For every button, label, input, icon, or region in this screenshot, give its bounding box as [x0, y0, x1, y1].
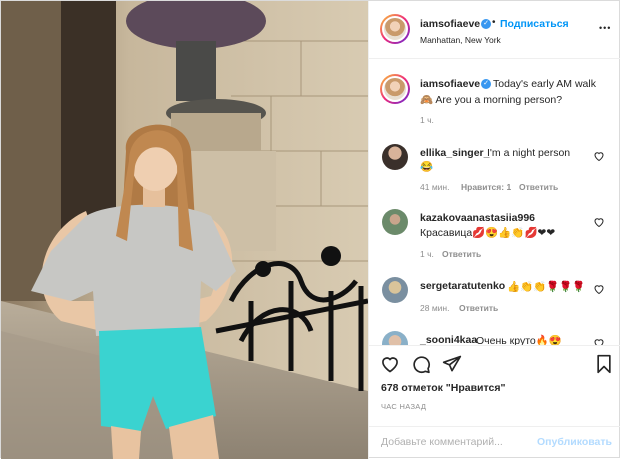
post-header: iamsofiaeve ✓ • Подписаться Manhattan, N…: [369, 1, 620, 59]
comment-username[interactable]: sergetaratutenko: [420, 280, 505, 292]
reply-button[interactable]: Ответить: [459, 303, 498, 313]
post-comment-button[interactable]: Опубликовать: [537, 436, 612, 448]
comment-username[interactable]: ellika_singer_: [420, 147, 489, 159]
commenter-avatar[interactable]: [382, 144, 408, 170]
comment-text: I'm a night person: [487, 147, 571, 159]
comment-text: Красавица💋😍👍👏💋❤❤: [420, 227, 556, 239]
header-separator: •: [492, 17, 496, 28]
comment-username[interactable]: _sooni4kaa: [420, 334, 477, 345]
photo-illustration: [1, 1, 368, 459]
instagram-post-frame: iamsofiaeve ✓ • Подписаться Manhattan, N…: [0, 0, 620, 459]
caption-author-username[interactable]: iamsofiaeve: [420, 78, 480, 90]
save-bookmark-icon[interactable]: [595, 354, 613, 374]
reply-button[interactable]: Ответить: [442, 249, 481, 259]
comment-time[interactable]: 28 мин.: [420, 303, 449, 313]
follow-button[interactable]: Подписаться: [500, 18, 569, 30]
post-actions: 678 отметок "Нравится" ЧАС НАЗАД: [369, 346, 620, 426]
caption-text-line2: 🙈 Are you a morning person?: [420, 94, 563, 106]
commenter-avatar[interactable]: [382, 277, 408, 303]
comment-composer: Добавьте комментарий... Опубликовать: [369, 426, 620, 459]
verified-badge-icon: ✓: [481, 19, 491, 29]
post-photo[interactable]: [1, 1, 368, 459]
likes-count[interactable]: 678 отметок "Нравится": [381, 382, 505, 394]
commenter-avatar[interactable]: [382, 331, 408, 345]
caption-verified-icon: ✓: [481, 79, 491, 89]
author-username[interactable]: iamsofiaeve: [420, 18, 480, 30]
post-side-panel: iamsofiaeve ✓ • Подписаться Manhattan, N…: [368, 1, 620, 459]
caption-author-avatar[interactable]: [380, 74, 410, 104]
like-comment-heart-icon[interactable]: [593, 337, 605, 346]
commenter-avatar[interactable]: [382, 209, 408, 235]
comment-time[interactable]: 41 мин.: [420, 182, 449, 192]
comment-likes[interactable]: Нравится: 1: [461, 182, 511, 192]
like-comment-heart-icon[interactable]: [593, 150, 605, 162]
share-paper-plane-icon[interactable]: [442, 354, 462, 374]
caption-text: Today's early AM walk: [493, 78, 596, 90]
comment-time[interactable]: 1 ч.: [420, 249, 434, 259]
comment-username[interactable]: kazakovaanastasiia996: [420, 212, 535, 224]
comment-bubble-icon[interactable]: [411, 354, 431, 374]
post-time-ago[interactable]: ЧАС НАЗАД: [381, 402, 426, 411]
comment-text: Очень круто🔥😍: [476, 335, 562, 346]
author-avatar[interactable]: [380, 14, 410, 44]
like-comment-heart-icon[interactable]: [593, 216, 605, 228]
post-location[interactable]: Manhattan, New York: [420, 35, 501, 45]
like-comment-heart-icon[interactable]: [593, 283, 605, 295]
comment-text-line2: 😂: [420, 161, 434, 173]
like-heart-icon[interactable]: [380, 354, 400, 374]
comment-text: 👍👏👏🌹🌹🌹: [507, 281, 586, 293]
reply-button[interactable]: Ответить: [519, 182, 558, 192]
comments-list: iamsofiaeve ✓ Today's early AM walk 🙈 Ar…: [369, 59, 620, 346]
comment-input[interactable]: Добавьте комментарий...: [381, 436, 503, 448]
caption-time[interactable]: 1 ч.: [420, 115, 434, 125]
more-options-icon[interactable]: •••: [599, 23, 611, 33]
